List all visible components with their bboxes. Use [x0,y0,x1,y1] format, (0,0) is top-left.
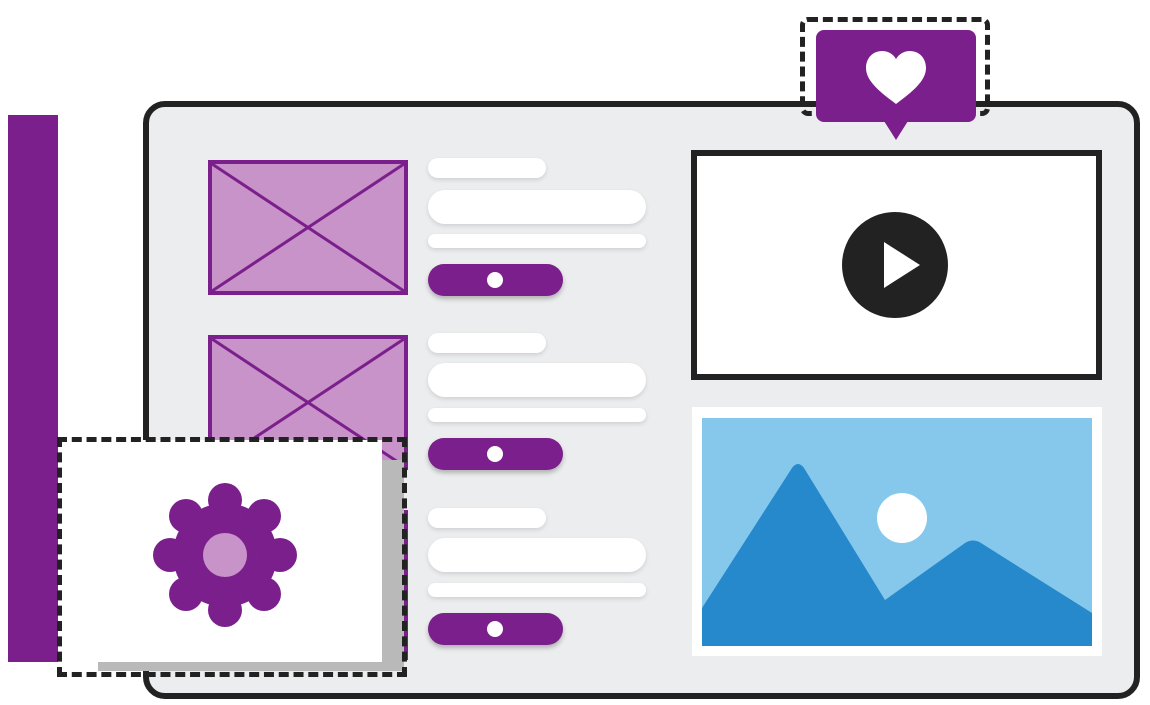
list-item-subtext-line [428,583,646,597]
list-item-toggle-button[interactable] [428,264,563,296]
toggle-knob [487,621,503,637]
list-item-text-line [428,363,646,397]
heart-icon[interactable] [816,30,976,145]
list-item-title-line [428,158,546,178]
list-item-toggle-button[interactable] [428,438,563,470]
list-item-text-line [428,190,646,224]
list-item-text-line [428,538,646,572]
list-item-title-line [428,333,546,353]
list-item-toggle-button[interactable] [428,613,563,645]
landscape-image-icon [702,418,1092,646]
play-icon[interactable] [842,212,948,318]
list-item-subtext-line [428,408,646,422]
list-item-title-line [428,508,546,528]
image-placeholder-icon [208,160,408,295]
list-item-subtext-line [428,234,646,248]
toggle-knob [487,272,503,288]
gear-icon[interactable] [150,480,300,630]
left-sidebar-strip [8,115,58,662]
toggle-knob [487,446,503,462]
